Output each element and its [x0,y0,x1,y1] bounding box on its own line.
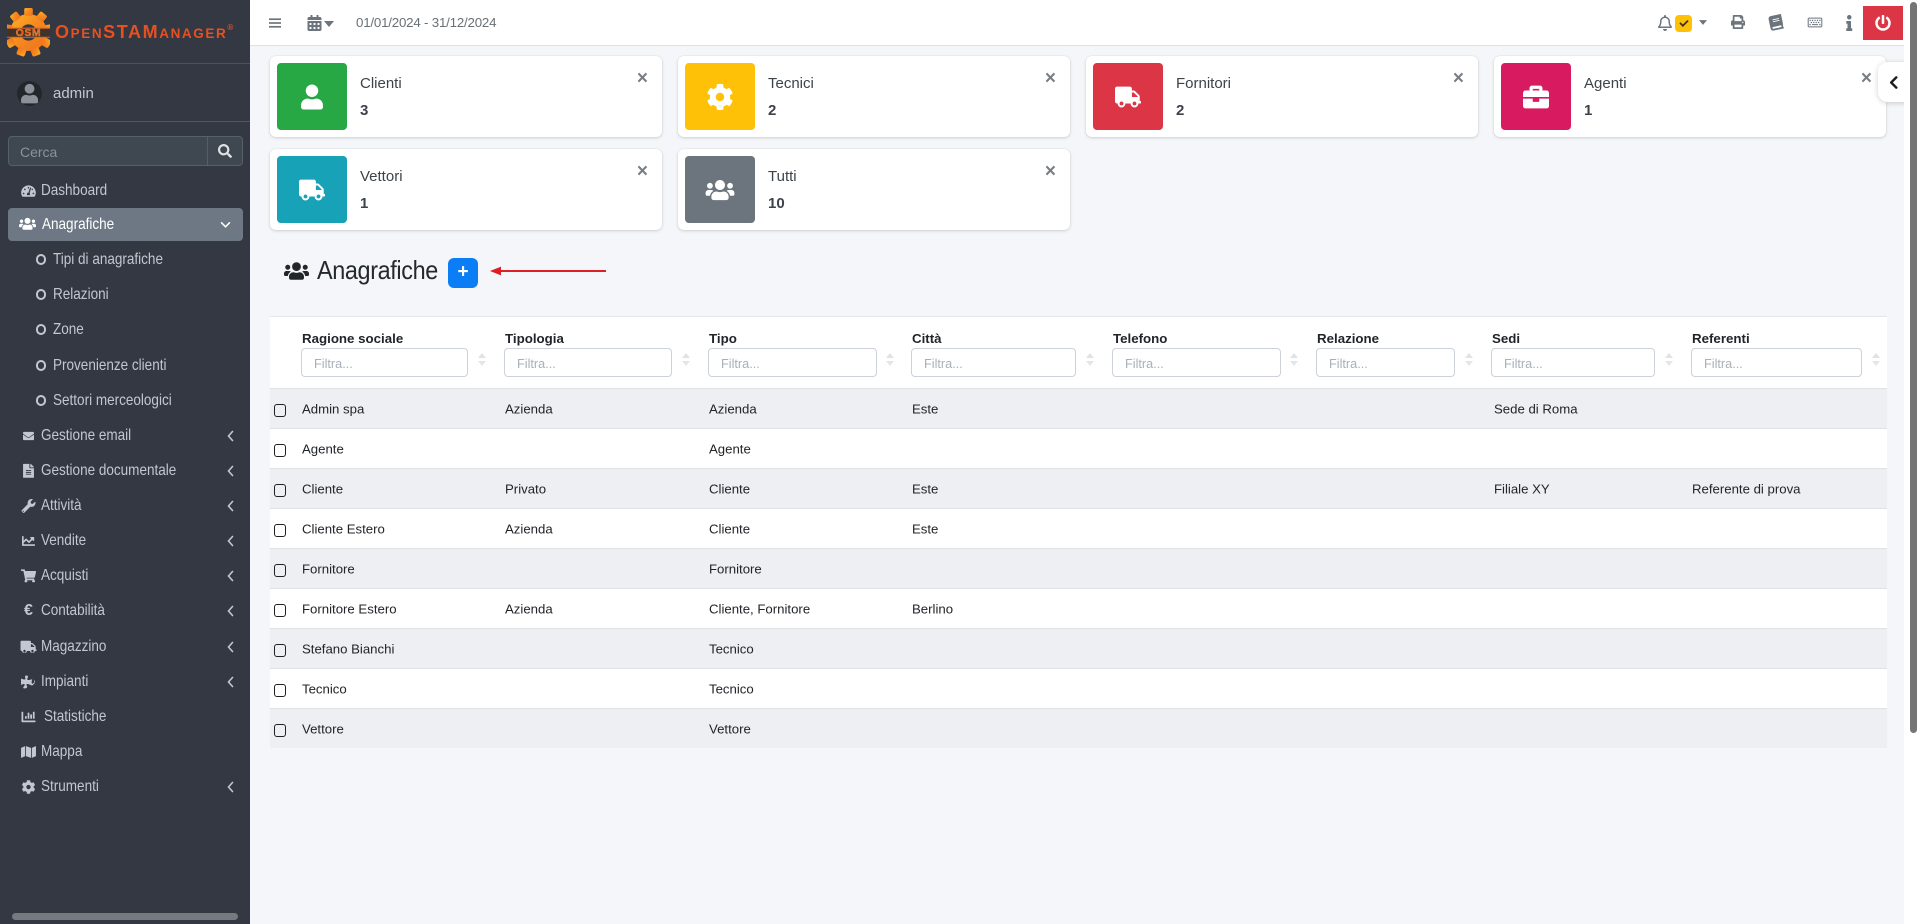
svg-text:OSM: OSM [16,28,41,39]
